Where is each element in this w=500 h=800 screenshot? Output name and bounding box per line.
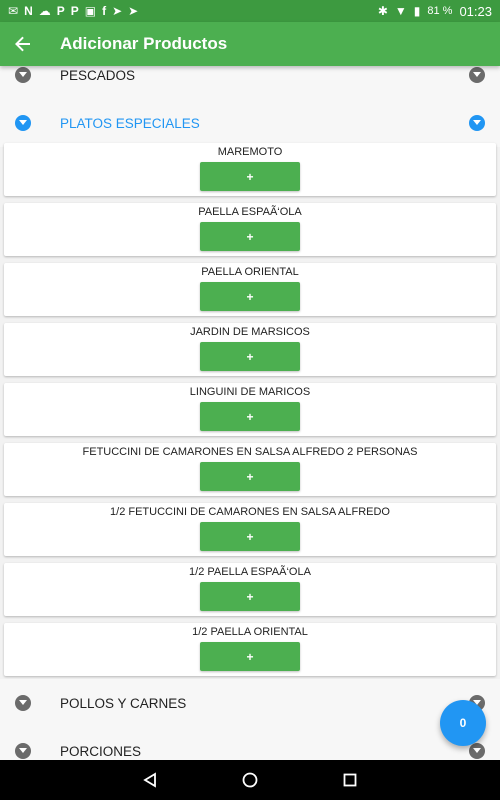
add-product-button[interactable]: + xyxy=(200,282,300,311)
nav-back-button[interactable] xyxy=(130,760,170,800)
bluetooth-icon: ✱ xyxy=(377,4,388,18)
product-name: PAELLA ESPAÃ‘OLA xyxy=(198,206,302,218)
flipboard-icon: ▣ xyxy=(84,4,97,18)
add-product-button[interactable]: + xyxy=(200,462,300,491)
section-header-platos-especiales[interactable]: PLATOS ESPECIALES xyxy=(0,99,500,147)
product-card: FETUCCINI DE CAMARONES EN SALSA ALFREDO … xyxy=(4,443,496,496)
product-name: 1/2 PAELLA ORIENTAL xyxy=(192,626,308,638)
system-nav-bar xyxy=(0,760,500,800)
mail-icon: ✉ xyxy=(8,4,19,18)
back-button[interactable] xyxy=(0,22,46,66)
section-header-porciones[interactable]: PORCIONES xyxy=(0,727,500,760)
product-card: PAELLA ORIENTAL + xyxy=(4,263,496,316)
product-card: PAELLA ESPAÃ‘OLA + xyxy=(4,203,496,256)
clock: 01:23 xyxy=(459,3,492,19)
product-card: 1/2 PAELLA ESPAÃ‘OLA + xyxy=(4,563,496,616)
add-product-button[interactable]: + xyxy=(200,342,300,371)
triangle-back-icon xyxy=(143,772,156,788)
product-card: LINGUINI DE MARICOS + xyxy=(4,383,496,436)
add-product-button[interactable]: + xyxy=(200,522,300,551)
section-header-pollos-y-carnes[interactable]: POLLOS Y CARNES xyxy=(0,679,500,727)
p-icon: P xyxy=(70,4,79,18)
product-name: 1/2 PAELLA ESPAÃ‘OLA xyxy=(189,566,311,578)
chevron-down-icon xyxy=(469,115,485,131)
chevron-down-icon xyxy=(15,695,31,711)
send-icon: ➤ xyxy=(112,4,123,18)
add-product-button[interactable]: + xyxy=(200,222,300,251)
chevron-down-icon xyxy=(469,743,485,759)
battery-percent: 81 % xyxy=(427,5,453,17)
product-name: JARDIN DE MARSICOS xyxy=(190,326,310,338)
section-label: PORCIONES xyxy=(60,743,142,759)
product-name: 1/2 FETUCCINI DE CAMARONES EN SALSA ALFR… xyxy=(110,506,390,518)
nav-home-button[interactable] xyxy=(230,760,270,800)
chevron-down-icon xyxy=(469,67,485,83)
add-product-button[interactable]: + xyxy=(200,642,300,671)
chevron-down-icon xyxy=(15,115,31,131)
nav-recents-button[interactable] xyxy=(330,760,370,800)
n-icon: N xyxy=(24,4,33,18)
circle-home-icon xyxy=(242,772,258,788)
battery-icon: ▮ xyxy=(413,4,421,18)
page-title: Adicionar Productos xyxy=(60,34,228,53)
product-card: MAREMOTO + xyxy=(4,143,496,196)
chevron-down-icon xyxy=(15,67,31,83)
arrow-left-icon xyxy=(15,36,30,52)
cart-count-button[interactable]: 0 xyxy=(440,700,486,746)
add-product-button[interactable]: + xyxy=(200,582,300,611)
section-label: PLATOS ESPECIALES xyxy=(60,115,200,131)
product-name: PAELLA ORIENTAL xyxy=(201,266,299,278)
product-name: FETUCCINI DE CAMARONES EN SALSA ALFREDO … xyxy=(82,446,418,458)
product-list: PESCADOS PLATOS ESPECIALES MAREMOTO + PA… xyxy=(0,66,500,760)
chevron-down-icon xyxy=(15,743,31,759)
product-card: JARDIN DE MARSICOS + xyxy=(4,323,496,376)
section-label: PESCADOS xyxy=(60,67,136,83)
f-icon: f xyxy=(102,4,107,18)
add-product-button[interactable]: + xyxy=(200,402,300,431)
cloud-icon: ☁ xyxy=(38,4,51,18)
wifi-icon: ▼ xyxy=(394,4,407,18)
send-icon: ➤ xyxy=(128,4,139,18)
product-card: 1/2 FETUCCINI DE CAMARONES EN SALSA ALFR… xyxy=(4,503,496,556)
square-recents-icon xyxy=(343,773,357,787)
status-bar: ✉ N ☁ P P ▣ f ➤ ➤ ✱ ▼ ▮ 81 % 01:23 xyxy=(0,0,500,22)
product-card: 1/2 PAELLA ORIENTAL + xyxy=(4,623,496,676)
product-name: MAREMOTO xyxy=(217,146,283,158)
product-name: LINGUINI DE MARICOS xyxy=(189,386,311,398)
add-product-button[interactable]: + xyxy=(200,162,300,191)
section-header-pescados[interactable]: PESCADOS xyxy=(0,66,500,99)
section-label: POLLOS Y CARNES xyxy=(60,695,187,711)
p-icon: P xyxy=(56,4,65,18)
app-bar: Adicionar Productos xyxy=(0,22,500,66)
notification-icons: ✉ N ☁ P P ▣ f ➤ ➤ xyxy=(8,5,138,17)
